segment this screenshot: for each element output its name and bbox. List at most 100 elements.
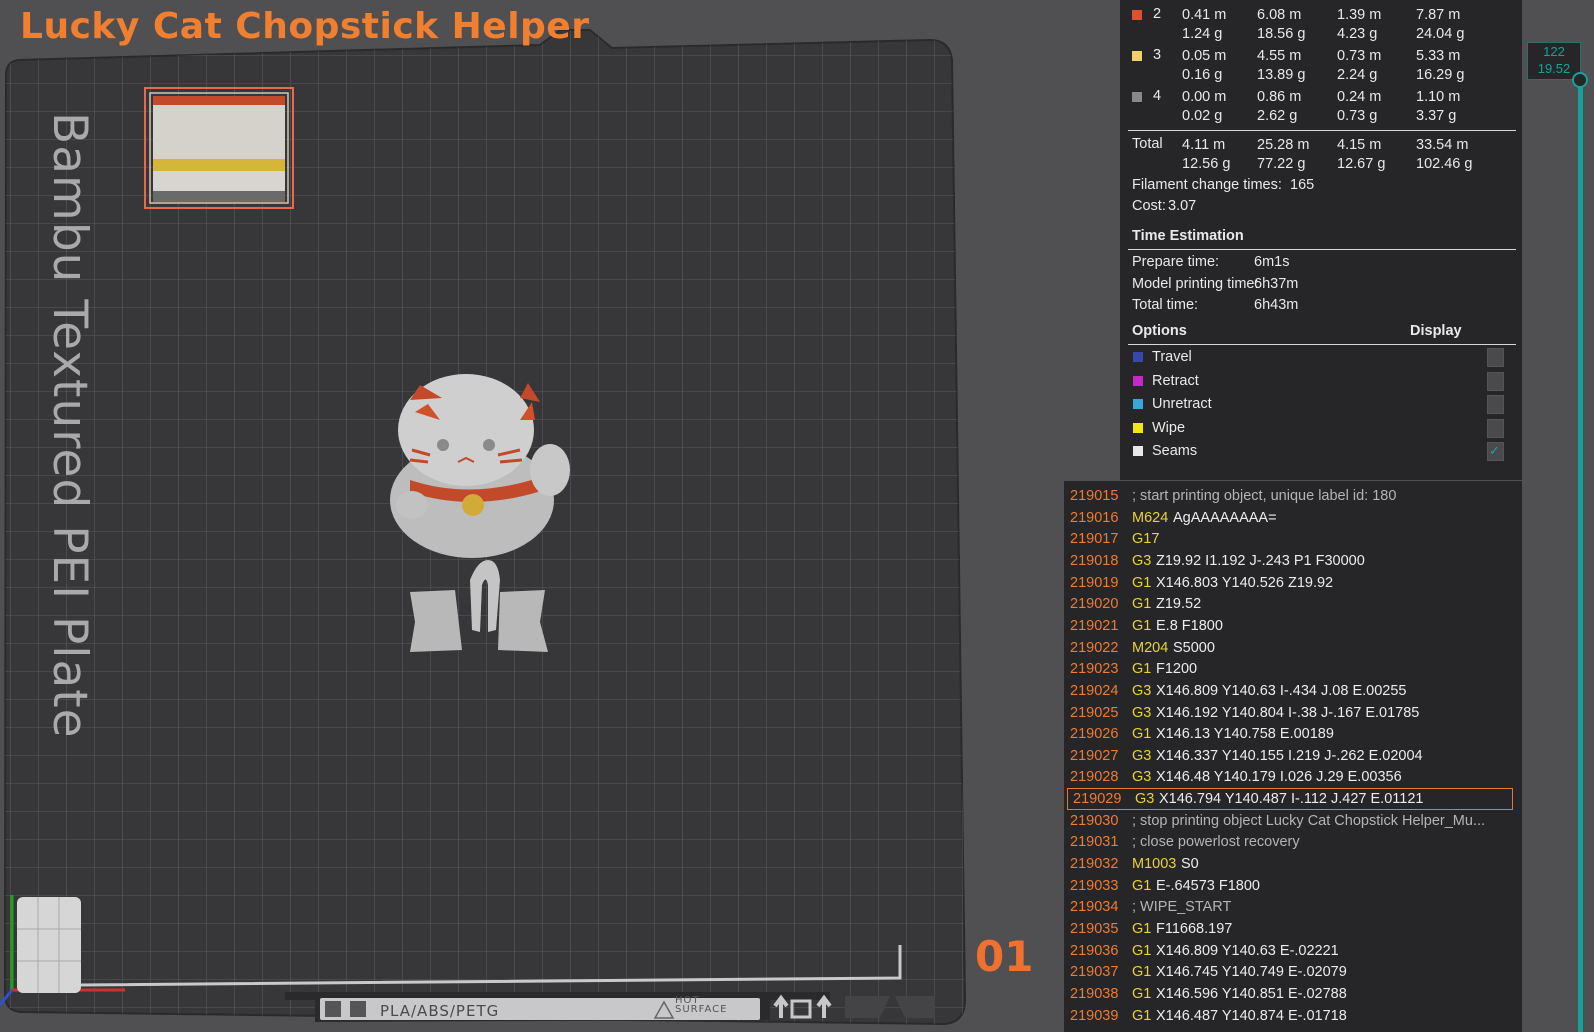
filament-total-usage: 5.33 m 16.29 g xyxy=(1416,48,1465,83)
gcode-line[interactable]: 219028 G3 X146.48 Y140.179 I.026 J.29 E.00… xyxy=(1064,766,1522,788)
gcode-command: M624 xyxy=(1132,509,1169,526)
gcode-arguments: X146.809 Y140.63 E-.02221 xyxy=(1156,942,1339,959)
gcode-line[interactable]: 219025 G3 X146.192 Y140.804 I-.38 J-.167 E… xyxy=(1064,702,1522,724)
filament-color-swatch xyxy=(1132,10,1142,20)
build-plate[interactable] xyxy=(0,0,1110,1032)
gcode-arguments: S5000 xyxy=(1173,639,1215,656)
gcode-command: G1 xyxy=(1132,985,1152,1002)
gcode-line[interactable]: 219017 G17 xyxy=(1064,528,1522,550)
gcode-command: G1 xyxy=(1132,1007,1152,1024)
gcode-line-number: 219036 xyxy=(1070,942,1119,959)
option-display-checkbox[interactable] xyxy=(1487,395,1504,415)
gcode-line-number: 219026 xyxy=(1070,726,1119,743)
filament-tower-usage: 0.73 m 2.24 g xyxy=(1337,48,1382,83)
option-seams[interactable]: Seams ✓ xyxy=(1120,440,1522,462)
time-label: Model printing time: xyxy=(1132,275,1259,292)
layer-slider-track[interactable] xyxy=(1578,78,1583,1032)
gcode-command: G1 xyxy=(1132,942,1152,959)
total-row: Total 4.11 m 12.56 g 25.28 m 77.22 g 4.15 … xyxy=(1132,136,1473,172)
option-travel[interactable]: Travel xyxy=(1120,346,1522,368)
filament-color-swatch xyxy=(1132,92,1142,102)
option-unretract[interactable]: Unretract xyxy=(1120,393,1522,415)
option-color-swatch xyxy=(1133,352,1143,362)
option-display-checkbox[interactable]: ✓ xyxy=(1487,442,1504,462)
gcode-line-current[interactable]: 219029 G3 X146.794 Y140.487 I-.112 J.427 E… xyxy=(1067,788,1513,811)
filament-color-swatch xyxy=(1132,51,1142,61)
view-cube[interactable] xyxy=(17,897,81,993)
gcode-arguments: X146.48 Y140.179 I.026 J.29 E.00356 xyxy=(1156,769,1402,786)
gcode-line[interactable]: 219015 ; start printing object, unique la… xyxy=(1064,485,1522,507)
options-separator xyxy=(1128,344,1516,345)
gcode-line[interactable]: 219036 G1 X146.809 Y140.63 E-.02221 xyxy=(1064,940,1522,962)
gcode-line[interactable]: 219031 ; close powerlost recovery xyxy=(1064,831,1522,853)
option-display-checkbox[interactable] xyxy=(1487,371,1504,391)
gcode-arguments: F1200 xyxy=(1156,661,1198,678)
view-cube-icon xyxy=(17,897,81,993)
gcode-line-number: 219028 xyxy=(1070,769,1119,786)
top-layer-height: 19.52 xyxy=(1537,61,1571,76)
gcode-command: G1 xyxy=(1132,574,1152,591)
option-retract[interactable]: Retract xyxy=(1120,370,1522,392)
gcode-arguments: E.8 F1800 xyxy=(1156,617,1223,634)
gcode-line[interactable]: 219030 ; stop printing object Lucky Cat C… xyxy=(1064,810,1522,832)
time-label: Prepare time: xyxy=(1132,254,1220,270)
gcode-line[interactable]: 219020 G1 Z19.52 xyxy=(1064,593,1522,615)
gcode-line-number: 219015 xyxy=(1070,488,1119,504)
gcode-line[interactable]: 219035 G1 F11668.197 xyxy=(1064,918,1522,940)
gcode-command: G1 xyxy=(1132,596,1152,613)
gcode-line-number: 219035 xyxy=(1070,921,1119,937)
gcode-line[interactable]: 219021 G1 E.8 F1800 xyxy=(1064,615,1522,637)
gcode-command: G1 xyxy=(1132,617,1152,634)
filament-change-label: Filament change times: xyxy=(1132,177,1282,193)
gcode-line-number: 219027 xyxy=(1070,747,1119,764)
gcode-line[interactable]: 219018 G3 Z19.92 I1.192 J-.243 P1 F30000 xyxy=(1064,550,1522,572)
time-label: Total time: xyxy=(1132,297,1199,313)
slice-statistics-panel: 2 0.41 m 1.24 g 6.08 m 18.56 g 1.39 m 4.23 g 7.… xyxy=(1120,0,1522,480)
gcode-line-number: 219029 xyxy=(1073,791,1122,808)
filament-model-usage: 0.05 m 0.16 g xyxy=(1182,48,1227,83)
gcode-comment: ; stop printing object Lucky Cat Chopsti… xyxy=(1132,812,1485,829)
option-display-checkbox[interactable] xyxy=(1487,418,1504,438)
total-label: Total xyxy=(1132,136,1163,152)
filament-id: 2 xyxy=(1153,6,1162,22)
gcode-arguments: X146.803 Y140.526 Z19.92 xyxy=(1156,574,1334,591)
gcode-line[interactable]: 219023 G1 F1200 xyxy=(1064,658,1522,680)
option-wipe[interactable]: Wipe xyxy=(1120,417,1522,439)
filament-flushed-usage: 0.86 m 2.62 g xyxy=(1257,89,1302,124)
gcode-line[interactable]: 219032 M1003 S0 xyxy=(1064,853,1522,875)
layer-slider-handle[interactable] xyxy=(1572,72,1588,88)
filament-total-usage: 7.87 m 24.04 g xyxy=(1416,7,1465,42)
gcode-line[interactable]: 219034 ; WIPE_START xyxy=(1064,896,1522,918)
check-icon: ✓ xyxy=(1489,443,1500,459)
plate-number[interactable]: 01 xyxy=(975,932,1033,981)
gcode-line[interactable]: 219019 G1 X146.803 Y140.526 Z19.92 xyxy=(1064,572,1522,594)
gcode-line[interactable]: 219033 G1 E-.64573 F1800 xyxy=(1064,875,1522,897)
gcode-arguments: X146.809 Y140.63 I-.434 J.08 E.00255 xyxy=(1156,682,1407,699)
gcode-line[interactable]: 219038 G1 X146.596 Y140.851 E-.02788 xyxy=(1064,983,1522,1005)
option-color-swatch xyxy=(1133,446,1143,457)
gcode-arguments: AgAAAAAAAA= xyxy=(1173,509,1277,526)
cost-value: 3.07 xyxy=(1168,198,1197,214)
gcode-viewer[interactable]: 219015 ; start printing object, unique la… xyxy=(1064,481,1522,1032)
bed-type-label: Bambu Textured PEI Plate xyxy=(42,112,97,739)
gcode-arguments: F11668.197 xyxy=(1156,921,1233,937)
gcode-line[interactable]: 219026 G1 X146.13 Y140.758 E.00189 xyxy=(1064,723,1522,745)
gcode-line[interactable]: 219027 G3 X146.337 Y140.155 I.219 J-.262 E… xyxy=(1064,745,1522,767)
gcode-line-number: 219031 xyxy=(1070,834,1119,851)
gcode-arguments: Z19.52 xyxy=(1156,596,1202,613)
gcode-line[interactable]: 219024 G3 X146.809 Y140.63 I-.434 J.08 E.0… xyxy=(1064,680,1522,702)
gcode-line[interactable]: 219039 G1 X146.487 Y140.874 E-.01718 xyxy=(1064,1005,1522,1027)
gcode-command: G17 xyxy=(1132,531,1160,548)
gcode-line-number: 219034 xyxy=(1070,899,1119,916)
gcode-line[interactable]: 219022 M204 S5000 xyxy=(1064,637,1522,659)
gcode-comment: ; WIPE_START xyxy=(1132,899,1232,916)
3d-viewport[interactable]: Lucky Cat Chopstick Helper Bambu Texture… xyxy=(0,0,1110,1032)
gcode-line[interactable]: 219016 M624 AgAAAAAAAA= xyxy=(1064,507,1522,529)
gcode-arguments: E-.64573 F1800 xyxy=(1156,877,1260,894)
option-display-checkbox[interactable] xyxy=(1487,348,1504,367)
gcode-command: G1 xyxy=(1132,726,1152,743)
filament-row-3: 3 0.05 m 0.16 g 4.55 m 13.89 g 0.73 m 2.24 g 5.… xyxy=(1120,42,1522,83)
gcode-command: G3 xyxy=(1135,791,1155,808)
gcode-line[interactable]: 219037 G1 X146.745 Y140.749 E-.02079 xyxy=(1064,961,1522,983)
gcode-command: G3 xyxy=(1132,552,1152,569)
